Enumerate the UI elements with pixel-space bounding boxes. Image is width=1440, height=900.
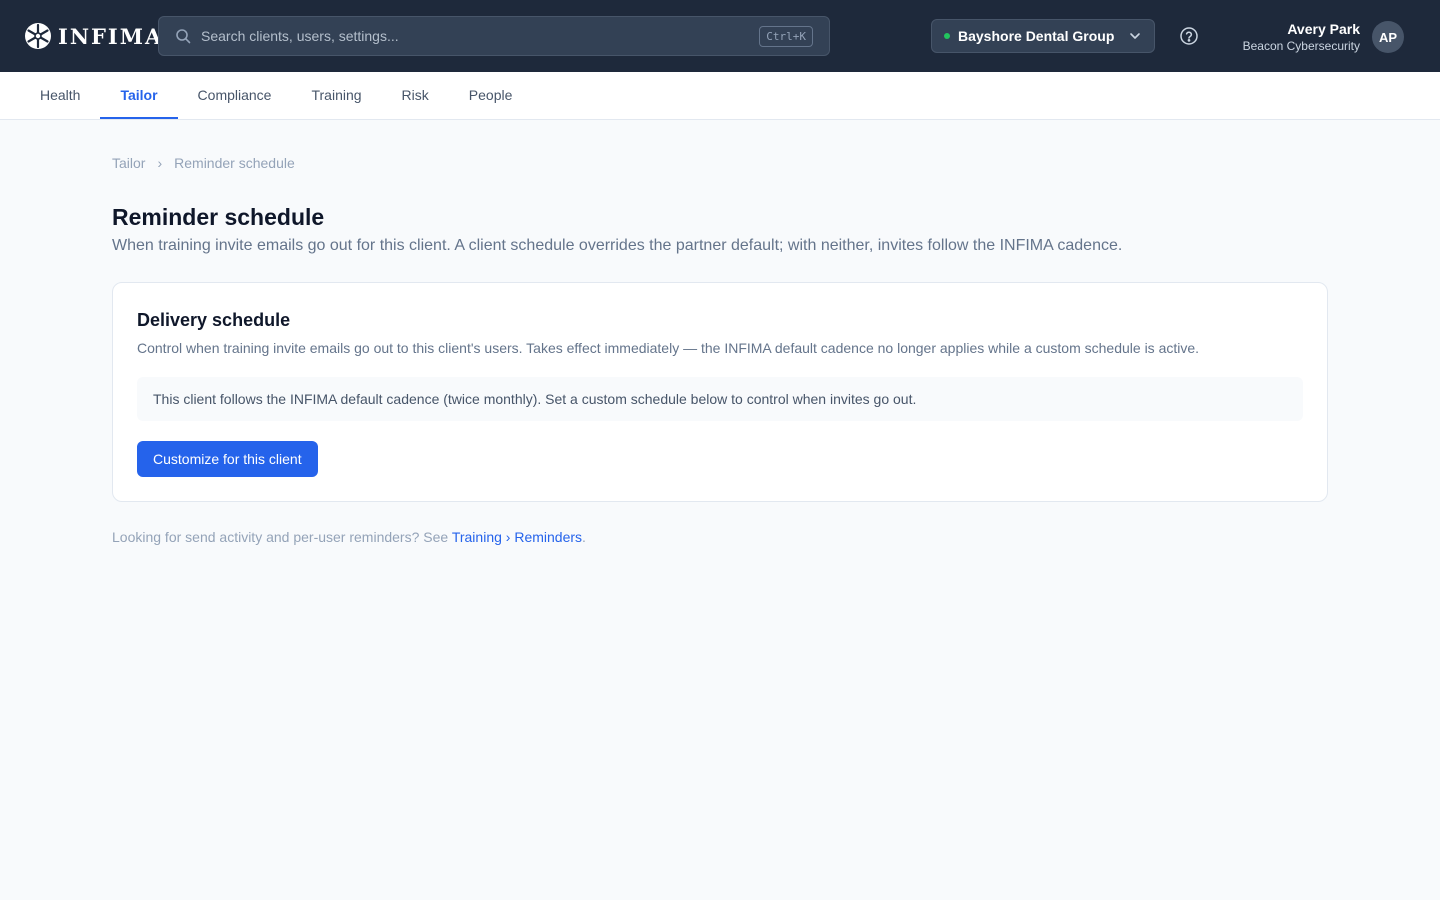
page-title: Reminder schedule xyxy=(112,204,325,230)
tab-health[interactable]: Health xyxy=(20,72,100,119)
client-selector[interactable]: Bayshore Dental Group xyxy=(931,19,1155,53)
snowflake-logo-icon xyxy=(24,22,52,50)
user-info: Avery Park Beacon Cybersecurity xyxy=(1243,20,1360,54)
card-title: Delivery schedule xyxy=(137,310,291,330)
search-icon xyxy=(175,28,191,44)
avatar[interactable]: AP xyxy=(1372,21,1404,53)
tab-people[interactable]: People xyxy=(449,72,533,119)
breadcrumb-parent-link[interactable]: Tailor xyxy=(112,154,145,172)
breadcrumb-current: Reminder schedule xyxy=(174,155,295,171)
default-cadence-notice: This client follows the INFIMA default c… xyxy=(137,377,1303,421)
primary-tabs: Health Tailor Compliance Training Risk P… xyxy=(0,72,1440,120)
tab-compliance[interactable]: Compliance xyxy=(178,72,292,119)
app-logo[interactable]: INFIMA xyxy=(24,22,161,50)
page-subtitle: When training invite emails go out for t… xyxy=(112,237,1123,254)
tab-risk[interactable]: Risk xyxy=(382,72,449,119)
top-bar: INFIMA Ctrl+K Bayshore Dental Group A xyxy=(0,0,1440,72)
user-menu[interactable]: Avery Park Beacon Cybersecurity AP xyxy=(1243,20,1404,54)
user-name: Avery Park xyxy=(1287,21,1360,37)
app-logo-text: INFIMA xyxy=(58,23,164,49)
training-reminders-link[interactable]: Training › Reminders xyxy=(452,529,582,545)
card-description: Control when training invite emails go o… xyxy=(137,340,1200,356)
customize-schedule-button[interactable]: Customize for this client xyxy=(137,441,318,477)
tab-training[interactable]: Training xyxy=(291,72,381,119)
user-organization: Beacon Cybersecurity xyxy=(1242,39,1360,53)
breadcrumb-separator: › xyxy=(157,155,163,171)
client-selector-label: Bayshore Dental Group xyxy=(958,28,1115,44)
footer-note-prefix: Looking for send activity and per-user r… xyxy=(112,529,452,545)
footer-note: Looking for send activity and per-user r… xyxy=(112,528,1328,546)
footer-note-suffix: . xyxy=(582,529,586,545)
breadcrumb: Tailor › Reminder schedule xyxy=(112,154,1328,172)
tab-tailor[interactable]: Tailor xyxy=(100,72,178,119)
chevron-down-icon xyxy=(1128,29,1142,43)
main-content: Tailor › Reminder schedule Reminder sche… xyxy=(0,120,1440,546)
global-search[interactable]: Ctrl+K xyxy=(158,16,830,56)
client-status-dot xyxy=(944,33,950,39)
search-input[interactable] xyxy=(201,28,750,44)
delivery-schedule-card: Delivery schedule Control when training … xyxy=(112,282,1328,502)
help-circle-icon[interactable] xyxy=(1179,26,1199,46)
search-shortcut-badge: Ctrl+K xyxy=(759,25,813,47)
